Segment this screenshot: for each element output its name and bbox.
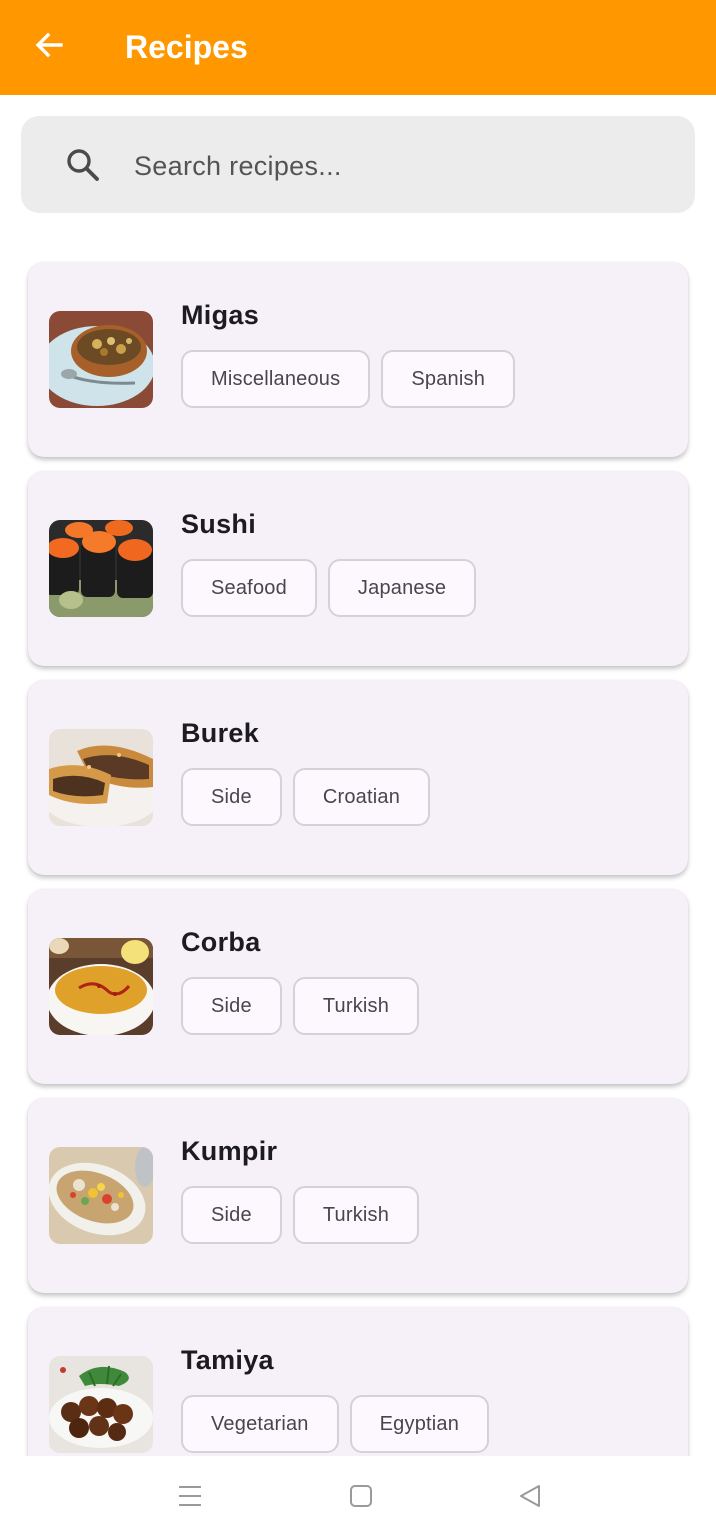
tag-chip-category[interactable]: Miscellaneous	[181, 350, 371, 408]
recipe-card-corba[interactable]: Corba Side Turkish	[28, 889, 688, 1084]
back-button[interactable]	[28, 26, 70, 68]
recipe-name: Sushi	[181, 509, 257, 539]
recipe-name: Migas	[181, 300, 260, 330]
search-icon	[64, 146, 102, 184]
search-bar[interactable]	[21, 116, 695, 213]
recipe-name: Tamiya	[181, 1345, 274, 1375]
tag-chip-category[interactable]: Side	[181, 768, 282, 826]
arrow-left-icon	[33, 29, 65, 66]
tag-chip-cuisine[interactable]: Turkish	[292, 1186, 420, 1244]
home-square-icon[interactable]	[346, 1481, 376, 1511]
tag-chip-cuisine[interactable]: Croatian	[292, 768, 431, 826]
tag-chip-cuisine[interactable]: Spanish	[381, 350, 516, 408]
search-input[interactable]	[132, 140, 676, 192]
back-triangle-icon[interactable]	[516, 1481, 546, 1511]
recipe-card-sushi[interactable]: Sushi Seafood Japanese	[28, 471, 688, 666]
recipe-image-burek	[49, 729, 153, 826]
recipe-name: Kumpir	[181, 1136, 278, 1166]
recipe-list[interactable]: Migas Miscellaneous Spanish Sushi Seafoo…	[0, 0, 716, 1456]
recipe-name: Burek	[181, 718, 260, 748]
tag-chip-category[interactable]: Side	[181, 977, 282, 1035]
recipe-card-burek[interactable]: Burek Side Croatian	[28, 680, 688, 875]
recipe-image-kumpir	[49, 1147, 153, 1244]
recipe-card-tamiya[interactable]: Tamiya Vegetarian Egyptian	[28, 1307, 688, 1456]
recipe-card-migas[interactable]: Migas Miscellaneous Spanish	[28, 262, 688, 457]
tag-chip-category[interactable]: Vegetarian	[181, 1395, 339, 1453]
recipe-image-sushi	[49, 520, 153, 617]
recipe-image-migas	[49, 311, 153, 408]
recipe-image-tamiya	[49, 1356, 153, 1453]
app-bar: Recipes	[0, 0, 716, 95]
recipe-name: Corba	[181, 927, 261, 957]
recipe-image-corba	[49, 938, 153, 1035]
menu-icon[interactable]	[175, 1481, 205, 1511]
tag-chip-cuisine[interactable]: Japanese	[327, 559, 477, 617]
tag-chip-cuisine[interactable]: Egyptian	[349, 1395, 490, 1453]
page-title: Recipes	[125, 29, 248, 65]
tag-chip-category[interactable]: Side	[181, 1186, 282, 1244]
tag-chip-cuisine[interactable]: Turkish	[292, 977, 420, 1035]
tag-chip-category[interactable]: Seafood	[181, 559, 317, 617]
system-navigation-bar	[0, 1456, 716, 1534]
recipe-card-kumpir[interactable]: Kumpir Side Turkish	[28, 1098, 688, 1293]
